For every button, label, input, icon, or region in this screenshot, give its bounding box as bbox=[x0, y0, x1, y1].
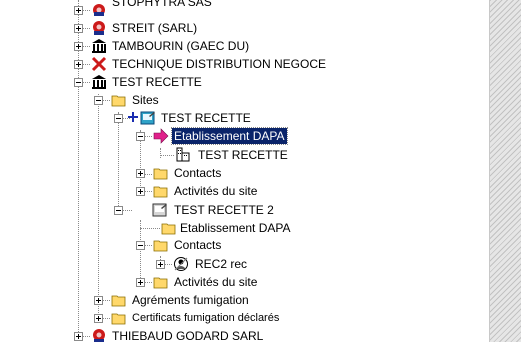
establishment-icon bbox=[176, 147, 190, 162]
folder-icon bbox=[161, 223, 176, 235]
tree-node-label: STREIT (SARL) bbox=[112, 21, 198, 35]
tree-node-label: STOPHYTRA SAS bbox=[112, 0, 212, 9]
tree-node-thiebaud-godard[interactable]: THIEBAUD GODARD SARL bbox=[0, 327, 489, 342]
tree-node-label: Activités du site bbox=[174, 184, 258, 198]
tree-node-technique[interactable]: TECHNIQUE DISTRIBUTION NEGOCE bbox=[0, 55, 489, 73]
building-icon bbox=[92, 39, 106, 53]
expand-icon[interactable] bbox=[136, 187, 145, 196]
tree-node-label: Agréments fumigation bbox=[132, 293, 249, 307]
expand-icon[interactable] bbox=[74, 6, 83, 15]
tree-node-label: TECHNIQUE DISTRIBUTION NEGOCE bbox=[112, 57, 327, 71]
tree-node-tambourin[interactable]: TAMBOURIN (GAEC DU) bbox=[0, 37, 489, 55]
collapse-icon[interactable] bbox=[136, 241, 145, 250]
collapse-icon[interactable] bbox=[74, 78, 83, 87]
folder-icon bbox=[153, 168, 168, 180]
building-icon bbox=[92, 75, 106, 89]
tree-node-label: REC2 rec bbox=[195, 257, 248, 271]
tree-node-label: Etablissement DAPA bbox=[171, 127, 288, 145]
folder-open-icon bbox=[111, 95, 126, 107]
red-x-icon bbox=[91, 56, 107, 72]
tree-node-label: TEST RECETTE 2 bbox=[174, 203, 274, 217]
collapse-icon[interactable] bbox=[114, 114, 123, 123]
tree-node-certificats-fumigation[interactable]: Certificats fumigation déclarés bbox=[0, 309, 489, 327]
tree-node-contacts-2[interactable]: Contacts bbox=[0, 237, 489, 255]
tree-view[interactable]: STOPHYTRA SAS STREIT (SARL) TAMBOURIN (G… bbox=[0, 0, 489, 342]
contact-icon bbox=[174, 257, 188, 271]
expand-icon[interactable] bbox=[74, 24, 83, 33]
expand-icon[interactable] bbox=[136, 169, 145, 178]
blue-plus-icon bbox=[128, 112, 138, 122]
tree-node-streit[interactable]: STREIT (SARL) bbox=[0, 19, 489, 37]
folder-icon bbox=[153, 277, 168, 289]
expand-icon[interactable] bbox=[94, 314, 103, 323]
right-panel bbox=[489, 0, 521, 342]
collapse-icon[interactable] bbox=[114, 206, 123, 215]
tree-node-label: Sites bbox=[132, 93, 159, 107]
tree-node-rec2-rec[interactable]: REC2 rec bbox=[0, 255, 489, 273]
expand-icon[interactable] bbox=[136, 278, 145, 287]
red-gear-icon bbox=[93, 4, 105, 16]
red-gear-icon bbox=[93, 21, 105, 35]
tree-node-label: TAMBOURIN (GAEC DU) bbox=[112, 39, 250, 53]
tree-node-etablissement-dapa-2[interactable]: Etablissement DAPA bbox=[0, 219, 489, 237]
tree-node-label: Certificats fumigation déclarés bbox=[132, 312, 280, 324]
folder-icon bbox=[111, 313, 126, 325]
expand-icon[interactable] bbox=[74, 60, 83, 69]
tree-node-sites[interactable]: Sites bbox=[0, 91, 489, 109]
expand-icon[interactable] bbox=[156, 260, 165, 269]
tree-node-label: Etablissement DAPA bbox=[180, 221, 291, 235]
tree-node-site-test-recette-2[interactable]: TEST RECETTE 2 bbox=[0, 201, 489, 219]
expand-icon[interactable] bbox=[74, 42, 83, 51]
tree-node-etablissement-dapa[interactable]: Etablissement DAPA bbox=[0, 127, 489, 145]
tree-node-label: TEST RECETTE bbox=[112, 75, 202, 89]
tree-node-label: TEST RECETTE bbox=[198, 148, 288, 162]
tree-node-label: TEST RECETTE bbox=[161, 111, 251, 125]
collapse-icon[interactable] bbox=[136, 132, 145, 141]
folder-open-icon bbox=[153, 240, 168, 252]
folder-icon bbox=[153, 186, 168, 198]
tree-node-stophytra[interactable]: STOPHYTRA SAS bbox=[0, 0, 489, 19]
tree-node-activites-du-site[interactable]: Activités du site bbox=[0, 182, 489, 200]
expand-icon[interactable] bbox=[74, 332, 83, 341]
tree-node-label: Contacts bbox=[174, 238, 222, 252]
tree-node-agrements-fumigation[interactable]: Agréments fumigation bbox=[0, 291, 489, 309]
tree-node-establishment-test-recette[interactable]: TEST RECETTE bbox=[0, 145, 489, 163]
tree-node-contacts[interactable]: Contacts bbox=[0, 164, 489, 182]
folder-icon bbox=[111, 295, 126, 307]
expand-icon[interactable] bbox=[94, 296, 103, 305]
tree-node-activites-du-site-2[interactable]: Activités du site bbox=[0, 273, 489, 291]
pink-arrow-icon bbox=[153, 128, 169, 144]
tree-node-label: Contacts bbox=[174, 166, 222, 180]
collapse-icon[interactable] bbox=[94, 96, 103, 105]
red-gear-icon bbox=[93, 329, 105, 342]
tree-node-label: Activités du site bbox=[174, 275, 258, 289]
site-icon bbox=[140, 111, 155, 125]
tree-node-test-recette[interactable]: TEST RECETTE bbox=[0, 73, 489, 91]
site-icon bbox=[152, 203, 167, 217]
tree-node-label: THIEBAUD GODARD SARL bbox=[112, 329, 264, 342]
tree-node-site-test-recette[interactable]: TEST RECETTE bbox=[0, 109, 489, 127]
